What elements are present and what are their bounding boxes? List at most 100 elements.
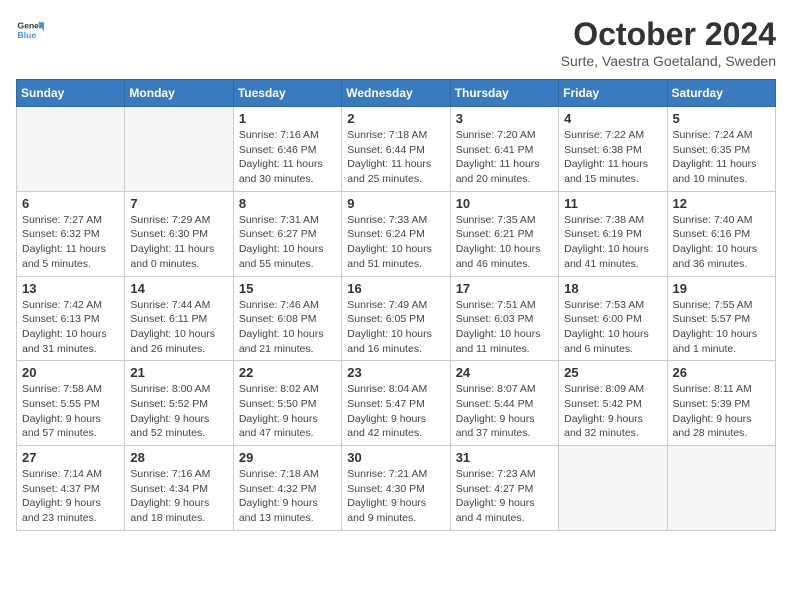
weekday-header-wednesday: Wednesday: [342, 80, 450, 107]
day-number: 9: [347, 196, 444, 211]
day-number: 25: [564, 365, 661, 380]
weekday-header-tuesday: Tuesday: [233, 80, 341, 107]
day-info: Sunrise: 7:31 AMSunset: 6:27 PMDaylight:…: [239, 213, 336, 272]
weekday-header-friday: Friday: [559, 80, 667, 107]
day-number: 22: [239, 365, 336, 380]
day-number: 11: [564, 196, 661, 211]
calendar-week-row: 20Sunrise: 7:58 AMSunset: 5:55 PMDayligh…: [17, 361, 776, 446]
calendar-cell: 20Sunrise: 7:58 AMSunset: 5:55 PMDayligh…: [17, 361, 125, 446]
calendar-cell: 27 Sunrise: 7:14 AMSunset: 4:37 PMDayligh…: [17, 446, 125, 531]
day-info: Sunrise: 7:27 AMSunset: 6:32 PMDaylight:…: [22, 213, 119, 272]
day-number: 26: [673, 365, 770, 380]
day-number: 17: [456, 281, 553, 296]
day-info: Sunrise: 7:35 AMSunset: 6:21 PMDaylight:…: [456, 213, 553, 272]
day-info: Sunrise: 7:33 AMSunset: 6:24 PMDaylight:…: [347, 213, 444, 272]
day-number: 6: [22, 196, 119, 211]
day-info: Sunrise: 7:16 AMSunset: 4:34 PMDaylight:…: [130, 467, 227, 526]
calendar-cell: 6 Sunrise: 7:27 AMSunset: 6:32 PMDaylight…: [17, 191, 125, 276]
day-number: 3: [456, 111, 553, 126]
calendar-cell: 8 Sunrise: 7:31 AMSunset: 6:27 PMDaylight…: [233, 191, 341, 276]
day-number: 30: [347, 450, 444, 465]
calendar-cell: 16Sunrise: 7:49 AMSunset: 6:05 PMDayligh…: [342, 276, 450, 361]
day-number: 21: [130, 365, 227, 380]
calendar-week-row: 27 Sunrise: 7:14 AMSunset: 4:37 PMDayligh…: [17, 446, 776, 531]
calendar-table: SundayMondayTuesdayWednesdayThursdayFrid…: [16, 79, 776, 531]
day-info: Sunrise: 7:21 AMSunset: 4:30 PMDaylight:…: [347, 467, 444, 526]
day-info: Sunrise: 7:49 AMSunset: 6:05 PMDaylight:…: [347, 298, 444, 357]
day-info: Sunrise: 8:11 AMSunset: 5:39 PMDaylight:…: [673, 382, 770, 441]
day-info: Sunrise: 7:16 AMSunset: 6:46 PMDaylight:…: [239, 128, 336, 187]
page-header: General Blue October 2024 Surte, Vaestra…: [16, 16, 776, 69]
day-number: 12: [673, 196, 770, 211]
calendar-cell: 3Sunrise: 7:20 AMSunset: 6:41 PMDaylight…: [450, 107, 558, 192]
day-info: Sunrise: 7:18 AMSunset: 4:32 PMDaylight:…: [239, 467, 336, 526]
logo-icon: General Blue: [16, 16, 44, 44]
calendar-cell: 17 Sunrise: 7:51 AMSunset: 6:03 PMDayligh…: [450, 276, 558, 361]
day-info: Sunrise: 7:58 AMSunset: 5:55 PMDaylight:…: [22, 382, 119, 441]
calendar-cell: 28 Sunrise: 7:16 AMSunset: 4:34 PMDayligh…: [125, 446, 233, 531]
calendar-cell: 23 Sunrise: 8:04 AMSunset: 5:47 PMDayligh…: [342, 361, 450, 446]
day-info: Sunrise: 7:29 AMSunset: 6:30 PMDaylight:…: [130, 213, 227, 272]
day-number: 28: [130, 450, 227, 465]
day-info: Sunrise: 8:04 AMSunset: 5:47 PMDaylight:…: [347, 382, 444, 441]
day-info: Sunrise: 7:38 AMSunset: 6:19 PMDaylight:…: [564, 213, 661, 272]
day-number: 27: [22, 450, 119, 465]
day-info: Sunrise: 8:00 AMSunset: 5:52 PMDaylight:…: [130, 382, 227, 441]
calendar-cell: 15 Sunrise: 7:46 AMSunset: 6:08 PMDayligh…: [233, 276, 341, 361]
calendar-cell: 2 Sunrise: 7:18 AMSunset: 6:44 PMDaylight…: [342, 107, 450, 192]
calendar-cell: 14Sunrise: 7:44 AMSunset: 6:11 PMDayligh…: [125, 276, 233, 361]
calendar-cell: 10Sunrise: 7:35 AMSunset: 6:21 PMDayligh…: [450, 191, 558, 276]
svg-text:Blue: Blue: [18, 30, 37, 40]
day-info: Sunrise: 7:22 AMSunset: 6:38 PMDaylight:…: [564, 128, 661, 187]
day-number: 29: [239, 450, 336, 465]
day-number: 2: [347, 111, 444, 126]
day-info: Sunrise: 7:55 AMSunset: 5:57 PMDaylight:…: [673, 298, 770, 357]
calendar-cell: 26 Sunrise: 8:11 AMSunset: 5:39 PMDayligh…: [667, 361, 775, 446]
calendar-cell: 4 Sunrise: 7:22 AMSunset: 6:38 PMDaylight…: [559, 107, 667, 192]
calendar-cell: 12 Sunrise: 7:40 AMSunset: 6:16 PMDayligh…: [667, 191, 775, 276]
day-number: 8: [239, 196, 336, 211]
calendar-cell: 30 Sunrise: 7:21 AMSunset: 4:30 PMDayligh…: [342, 446, 450, 531]
weekday-header-sunday: Sunday: [17, 80, 125, 107]
location-subtitle: Surte, Vaestra Goetaland, Sweden: [561, 53, 776, 69]
day-info: Sunrise: 7:51 AMSunset: 6:03 PMDaylight:…: [456, 298, 553, 357]
day-number: 19: [673, 281, 770, 296]
calendar-cell: [125, 107, 233, 192]
day-info: Sunrise: 7:44 AMSunset: 6:11 PMDaylight:…: [130, 298, 227, 357]
calendar-week-row: 6 Sunrise: 7:27 AMSunset: 6:32 PMDaylight…: [17, 191, 776, 276]
day-info: Sunrise: 8:09 AMSunset: 5:42 PMDaylight:…: [564, 382, 661, 441]
calendar-cell: 7 Sunrise: 7:29 AMSunset: 6:30 PMDaylight…: [125, 191, 233, 276]
calendar-cell: 13 Sunrise: 7:42 AMSunset: 6:13 PMDayligh…: [17, 276, 125, 361]
day-info: Sunrise: 7:46 AMSunset: 6:08 PMDaylight:…: [239, 298, 336, 357]
calendar-cell: 9 Sunrise: 7:33 AMSunset: 6:24 PMDaylight…: [342, 191, 450, 276]
calendar-cell: [667, 446, 775, 531]
calendar-cell: [559, 446, 667, 531]
day-number: 7: [130, 196, 227, 211]
weekday-header-monday: Monday: [125, 80, 233, 107]
calendar-cell: 31 Sunrise: 7:23 AMSunset: 4:27 PMDayligh…: [450, 446, 558, 531]
calendar-cell: 25 Sunrise: 8:09 AMSunset: 5:42 PMDayligh…: [559, 361, 667, 446]
logo: General Blue: [16, 16, 44, 44]
calendar-cell: 29 Sunrise: 7:18 AMSunset: 4:32 PMDayligh…: [233, 446, 341, 531]
day-number: 23: [347, 365, 444, 380]
day-number: 24: [456, 365, 553, 380]
calendar-cell: 24Sunrise: 8:07 AMSunset: 5:44 PMDayligh…: [450, 361, 558, 446]
day-number: 13: [22, 281, 119, 296]
weekday-header-thursday: Thursday: [450, 80, 558, 107]
calendar-header-row: SundayMondayTuesdayWednesdayThursdayFrid…: [17, 80, 776, 107]
day-info: Sunrise: 7:53 AMSunset: 6:00 PMDaylight:…: [564, 298, 661, 357]
day-number: 15: [239, 281, 336, 296]
calendar-week-row: 1Sunrise: 7:16 AMSunset: 6:46 PMDaylight…: [17, 107, 776, 192]
day-info: Sunrise: 7:14 AMSunset: 4:37 PMDaylight:…: [22, 467, 119, 526]
calendar-week-row: 13 Sunrise: 7:42 AMSunset: 6:13 PMDayligh…: [17, 276, 776, 361]
day-info: Sunrise: 7:40 AMSunset: 6:16 PMDaylight:…: [673, 213, 770, 272]
calendar-cell: 11 Sunrise: 7:38 AMSunset: 6:19 PMDayligh…: [559, 191, 667, 276]
day-info: Sunrise: 7:23 AMSunset: 4:27 PMDaylight:…: [456, 467, 553, 526]
day-number: 31: [456, 450, 553, 465]
day-info: Sunrise: 7:18 AMSunset: 6:44 PMDaylight:…: [347, 128, 444, 187]
calendar-cell: 19 Sunrise: 7:55 AMSunset: 5:57 PMDayligh…: [667, 276, 775, 361]
calendar-cell: 5Sunrise: 7:24 AMSunset: 6:35 PMDaylight…: [667, 107, 775, 192]
day-info: Sunrise: 7:42 AMSunset: 6:13 PMDaylight:…: [22, 298, 119, 357]
day-number: 4: [564, 111, 661, 126]
day-number: 5: [673, 111, 770, 126]
